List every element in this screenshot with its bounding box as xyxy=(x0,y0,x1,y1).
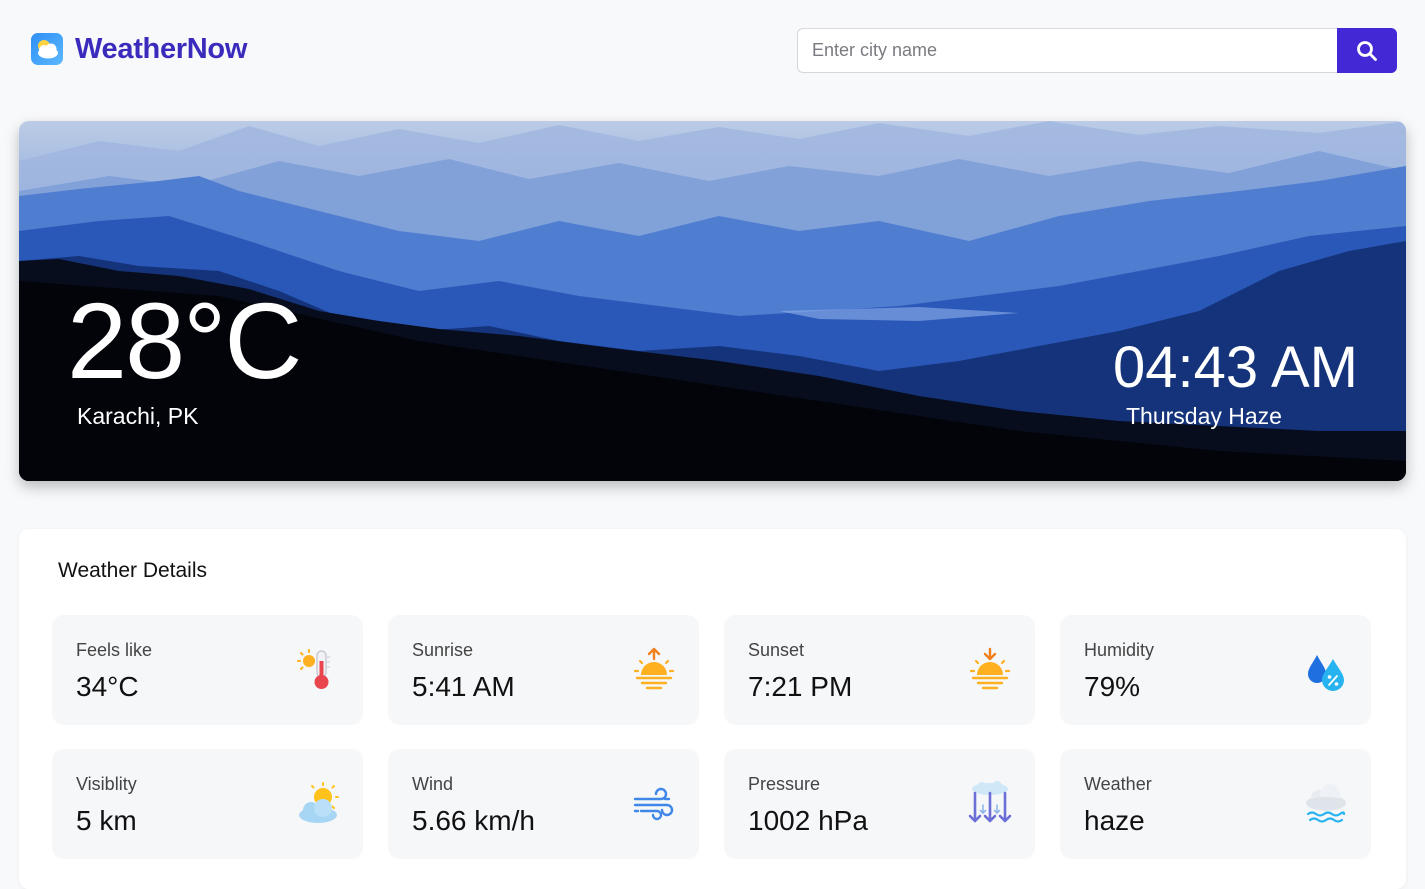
card-label: Weather xyxy=(1084,774,1152,794)
detail-card-feels-like: Feels like 34°C xyxy=(52,615,363,725)
weather-details-panel: Weather Details Feels like 34°C Sunrise … xyxy=(19,529,1406,889)
app-header: WeatherNow xyxy=(0,0,1425,100)
city-search-input[interactable] xyxy=(797,28,1337,73)
search-icon xyxy=(1357,40,1377,61)
sunrise-icon xyxy=(633,647,675,690)
card-value: 79% xyxy=(1084,671,1141,702)
weather-logo-icon xyxy=(31,33,63,65)
card-label: Feels like xyxy=(76,640,153,660)
detail-card-wind: Wind 5.66 km/h xyxy=(388,749,699,859)
search-button[interactable] xyxy=(1337,28,1397,73)
haze-cloud-icon xyxy=(1306,784,1346,823)
humidity-drops-icon xyxy=(1308,655,1344,691)
card-value: 34°C xyxy=(76,671,139,702)
detail-card-sunset: Sunset 7:21 PM xyxy=(724,615,1035,725)
pressure-arrows-icon xyxy=(968,781,1012,823)
location-label: Karachi, PK xyxy=(77,403,199,429)
search-bar xyxy=(797,28,1397,73)
section-title: Weather Details xyxy=(58,559,208,582)
brand[interactable]: WeatherNow xyxy=(31,32,247,66)
current-temperature: 28°C xyxy=(67,280,302,401)
card-value: 5 km xyxy=(76,805,137,836)
card-value: 5.66 km/h xyxy=(412,805,535,836)
card-value: 7:21 PM xyxy=(748,671,853,702)
detail-card-weather: Weather haze xyxy=(1060,749,1371,859)
card-value: 1002 hPa xyxy=(748,805,868,836)
wind-icon xyxy=(633,787,674,821)
detail-card-pressure: Pressure 1002 hPa xyxy=(724,749,1035,859)
card-value: 5:41 AM xyxy=(412,671,515,702)
card-label: Sunrise xyxy=(412,640,474,660)
card-value: haze xyxy=(1084,805,1145,836)
card-label: Wind xyxy=(412,774,454,794)
detail-card-humidity: Humidity 79% xyxy=(1060,615,1371,725)
card-label: Pressure xyxy=(748,774,821,794)
card-label: Humidity xyxy=(1084,640,1155,660)
card-label: Sunset xyxy=(748,640,805,660)
thermometer-sun-icon xyxy=(297,649,330,689)
local-time: 04:43 AM xyxy=(1112,335,1358,400)
detail-card-visibility: Visiblity 5 km xyxy=(52,749,363,859)
detail-card-sunrise: Sunrise 5:41 AM xyxy=(388,615,699,725)
current-weather-hero: 28°C Karachi, PK 04:43 AM Thursday Haze xyxy=(19,121,1406,481)
card-label: Visiblity xyxy=(76,774,137,794)
day-and-condition: Thursday Haze xyxy=(1126,403,1282,429)
sun-behind-cloud-icon xyxy=(299,782,339,823)
brand-name: WeatherNow xyxy=(75,32,248,65)
sunset-icon xyxy=(969,647,1011,690)
